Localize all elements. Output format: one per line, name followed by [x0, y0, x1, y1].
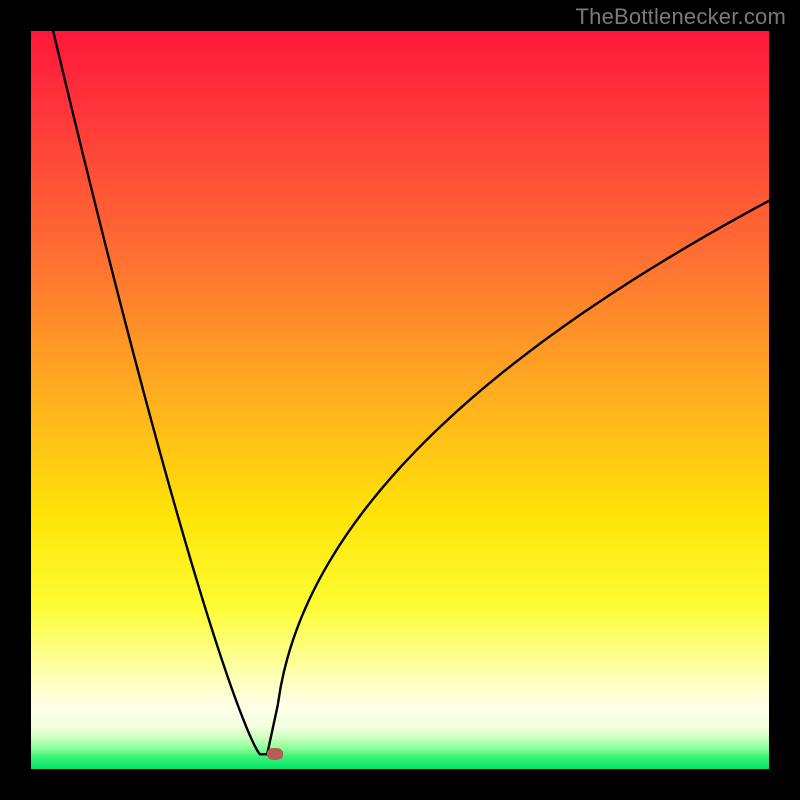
bottleneck-curve [31, 31, 769, 769]
chart-frame: TheBottlenecker.com [0, 0, 800, 800]
watermark-text: TheBottlenecker.com [576, 4, 786, 30]
optimum-marker-icon [267, 748, 283, 760]
plot-area [31, 31, 769, 769]
